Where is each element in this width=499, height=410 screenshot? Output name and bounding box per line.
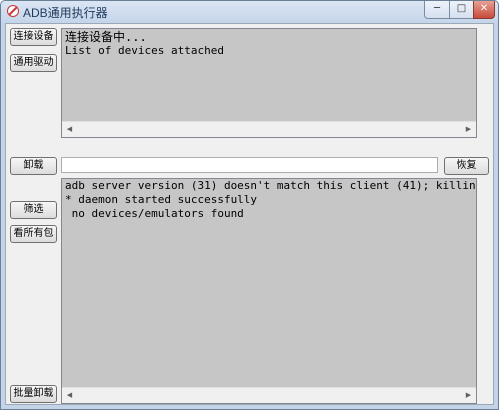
view-all-packages-button[interactable]: 看所有包 [10,225,57,243]
log-line: adb server version (31) doesn't match th… [65,179,477,192]
horizontal-scrollbar[interactable]: ◀ ▶ [62,387,476,403]
connect-device-button[interactable]: 连接设备 [10,28,57,46]
client-area: 连接设备 通用驱动 连接设备中... List of devices attac… [5,23,494,405]
uninstall-button[interactable]: 卸载 [10,157,57,175]
log-line: * daemon started successfully [65,193,258,206]
scroll-right-icon[interactable]: ▶ [461,122,476,137]
generic-driver-button[interactable]: 通用驱动 [10,54,57,72]
restore-button[interactable]: 恢复 [444,157,489,175]
scroll-right-icon[interactable]: ▶ [461,388,476,403]
horizontal-scrollbar[interactable]: ◀ ▶ [62,121,476,137]
maximize-button[interactable]: □ [449,1,474,19]
app-window: ADB通用执行器 ─ □ ✕ 连接设备 通用驱动 连接设备中... List o… [0,0,499,410]
output-line: List of devices attached [65,44,224,57]
window-title: ADB通用执行器 [23,6,108,20]
device-output-panel[interactable]: 连接设备中... List of devices attached ◀ ▶ [61,28,477,138]
output-line: 连接设备中... [65,30,147,44]
scroll-left-icon[interactable]: ◀ [62,122,77,137]
close-button[interactable]: ✕ [473,1,495,19]
package-name-input[interactable] [61,157,438,173]
filter-button[interactable]: 筛选 [10,201,57,219]
no-entry-icon [7,5,19,17]
batch-uninstall-button[interactable]: 批量卸载 [10,385,57,403]
scroll-left-icon[interactable]: ◀ [62,388,77,403]
log-output-panel[interactable]: adb server version (31) doesn't match th… [61,178,477,404]
title-bar[interactable]: ADB通用执行器 ─ □ ✕ [1,1,498,23]
close-icon: ✕ [479,3,489,14]
minimize-button[interactable]: ─ [424,1,450,19]
log-line: no devices/emulators found [65,207,244,220]
